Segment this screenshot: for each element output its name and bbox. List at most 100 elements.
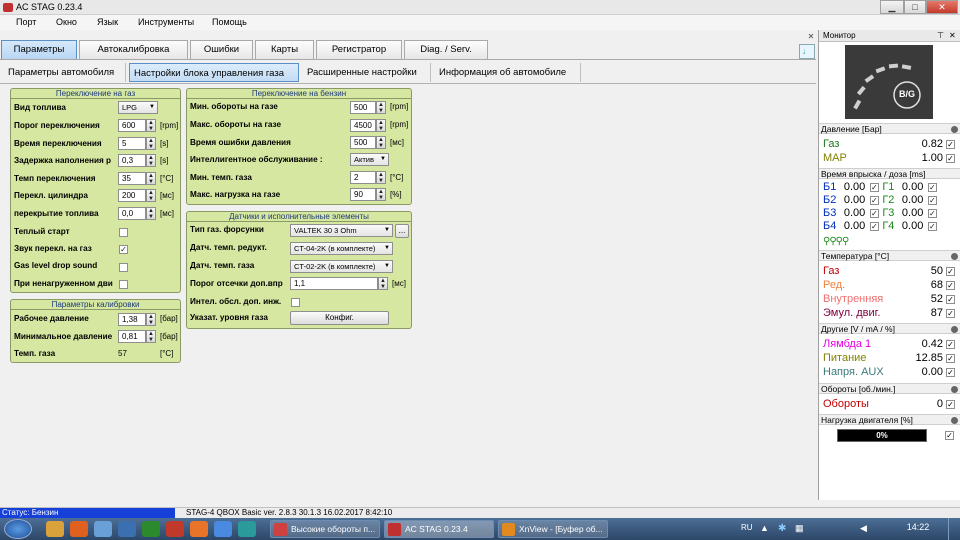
max-rpm-stepper[interactable]: ▲ ▼ [376,119,386,132]
max-load-stepper[interactable]: ▲ ▼ [376,188,386,201]
volume-icon[interactable]: ◀ [860,523,872,535]
injector-browse-button[interactable]: ... [395,224,409,238]
word-icon[interactable] [118,521,136,537]
temp-checkbox[interactable]: ✓ [946,267,955,276]
clock[interactable]: 14:22 [898,522,938,532]
subtab-car-params[interactable]: Параметры автомобиля [4,63,126,82]
intel-inj-checkbox[interactable] [291,298,300,307]
collapse-icon[interactable] [951,126,958,133]
gas-inj-checkbox[interactable]: ✓ [927,196,937,205]
work-pressure-input[interactable]: 1,38 [118,313,146,326]
language-indicator[interactable]: RU [741,523,753,532]
gas-level-sound-checkbox[interactable] [119,263,128,272]
petrol-inj-checkbox[interactable]: ✓ [869,183,879,192]
subtab-gas-ecu-settings[interactable]: Настройки блока управления газа [129,63,299,82]
collapse-icon[interactable] [951,253,958,260]
pin-icon[interactable]: ⊤ [937,31,944,40]
tab-diag[interactable]: Diag. / Serv. [404,40,488,59]
network-icon[interactable]: ▦ [795,523,805,535]
min-gas-temp-input[interactable]: 2 [350,171,376,184]
fill-delay-stepper[interactable]: ▲ ▼ [146,154,156,167]
browser-icon[interactable] [214,521,232,537]
reducer-sensor-select[interactable]: CT-04-2K (в комплекте) ▼ [290,242,393,255]
rpm-checkbox[interactable]: ✓ [946,400,955,409]
menu-language[interactable]: Язык [97,17,118,27]
close-monitor-icon[interactable]: ✕ [949,31,956,40]
cutoff-threshold-stepper[interactable]: ▲ ▼ [378,277,388,290]
tab-maps[interactable]: Карты [255,40,314,59]
collapse-icon[interactable] [951,417,958,424]
media-icon[interactable] [70,521,88,537]
gas-inj-checkbox[interactable]: ✓ [927,222,937,231]
start-button[interactable] [4,519,32,539]
task-stag[interactable]: AC STAG 0.23.4 [384,520,494,538]
max-load-input[interactable]: 90 [350,188,376,201]
temp-checkbox[interactable]: ✓ [946,309,955,318]
tab-autocalibration[interactable]: Автокалибровка [79,40,188,59]
menu-port[interactable]: Порт [16,17,36,27]
other-checkbox[interactable]: ✓ [946,340,955,349]
other-checkbox[interactable]: ✓ [946,368,955,377]
menu-window[interactable]: Окно [56,17,77,27]
min-rpm-input[interactable]: 500 [350,101,376,114]
show-desktop-button[interactable] [948,518,960,540]
engine-load-checkbox[interactable]: ✓ [945,431,954,440]
switch-time-input[interactable]: 5 [118,137,146,150]
threshold-input[interactable]: 600 [118,119,146,132]
unloaded-engine-checkbox[interactable] [119,280,128,289]
pressure-error-input[interactable]: 500 [350,136,376,149]
map-checkbox[interactable]: ✓ [946,154,955,163]
fuel-overlap-input[interactable]: 0,0 [118,207,146,220]
menu-tools[interactable]: Инструменты [138,17,194,27]
minimize-button[interactable]: ▁ [880,0,904,14]
collapse-icon[interactable] [951,326,958,333]
cylinder-switch-input[interactable]: 200 [118,189,146,202]
collapse-icon[interactable] [951,386,958,393]
maximize-button[interactable]: □ [904,0,926,14]
fuel-overlap-stepper[interactable]: ▲ ▼ [146,207,156,220]
min-pressure-stepper[interactable]: ▲ ▼ [146,330,156,343]
subtab-car-info[interactable]: Информация об автомобиле [435,63,581,82]
petrol-inj-checkbox[interactable]: ✓ [869,222,879,231]
min-rpm-stepper[interactable]: ▲ ▼ [376,101,386,114]
fill-delay-input[interactable]: 0,3 [118,154,146,167]
switch-sound-checkbox[interactable]: ✓ [119,245,128,254]
tab-recorder[interactable]: Регистратор [316,40,402,59]
temp-checkbox[interactable]: ✓ [946,295,955,304]
pressure-error-stepper[interactable]: ▲ ▼ [376,136,386,149]
injector-type-select[interactable]: VALTEK 30 3 Ohm ▼ [290,224,393,237]
gas-pressure-checkbox[interactable]: ✓ [946,140,955,149]
config-button[interactable]: Конфиг. [290,311,389,325]
min-pressure-input[interactable]: 0,81 [118,330,146,343]
min-gas-temp-stepper[interactable]: ▲ ▼ [376,171,386,184]
switch-temp-stepper[interactable]: ▲ ▼ [146,172,156,185]
switch-temp-input[interactable]: 35 [118,172,146,185]
petrol-inj-checkbox[interactable]: ✓ [869,196,879,205]
gas-inj-checkbox[interactable]: ✓ [927,209,937,218]
subtab-advanced-settings[interactable]: Расширенные настройки [303,63,431,82]
menu-help[interactable]: Помощь [212,17,247,27]
firefox-icon[interactable] [190,521,208,537]
cutoff-threshold-input[interactable]: 1,1 [290,277,378,290]
tab-errors[interactable]: Ошибки [190,40,253,59]
app-icon[interactable] [238,521,256,537]
petrol-inj-checkbox[interactable]: ✓ [869,209,879,218]
task-xnview[interactable]: XnView - [Буфер об... [498,520,608,538]
gas-sensor-select[interactable]: CT-02-2K (в комплекте) ▼ [290,260,393,273]
other-checkbox[interactable]: ✓ [946,354,955,363]
excel-icon[interactable] [142,521,160,537]
gas-inj-checkbox[interactable]: ✓ [927,183,937,192]
threshold-stepper[interactable]: ▲ ▼ [146,119,156,132]
warm-start-checkbox[interactable] [119,228,128,237]
fuel-type-select[interactable]: LPG ▼ [118,101,158,114]
bluetooth-icon[interactable]: ✱ [778,523,788,535]
switch-time-stepper[interactable]: ▲ ▼ [146,137,156,150]
cylinder-switch-stepper[interactable]: ▲ ▼ [146,189,156,202]
opera-icon[interactable] [166,521,184,537]
work-pressure-stepper[interactable]: ▲ ▼ [146,313,156,326]
max-rpm-input[interactable]: 4500 [350,119,376,132]
temp-checkbox[interactable]: ✓ [946,281,955,290]
intel-service-select[interactable]: Актив ▼ [350,153,389,166]
tab-parameters[interactable]: Параметры [1,40,77,59]
tray-arrow-icon[interactable]: ▲ [760,523,772,535]
